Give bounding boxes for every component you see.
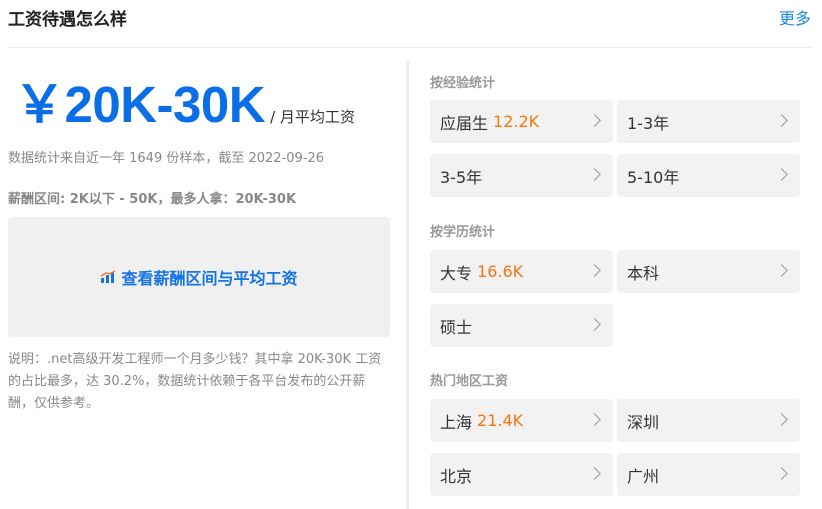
chevron-right-icon (775, 466, 788, 480)
salary-summary: ￥20K-30K / 月平均工资 (14, 76, 355, 134)
experience-section-label: 按经验统计 (430, 76, 496, 91)
chip-label: 本科 (627, 263, 660, 283)
education-item-bachelor[interactable]: 本科 (617, 250, 800, 293)
chip-value: 16.6K (477, 262, 524, 281)
view-salary-range-label: 查看薪酬区间与平均工资 (121, 269, 298, 288)
education-section-label: 按学历统计 (430, 225, 496, 240)
chip-label: 应届生 (440, 113, 489, 133)
chip-label: 5-10年 (627, 167, 680, 187)
education-item-master[interactable]: 硕士 (430, 304, 613, 347)
chip-label: 硕士 (440, 317, 473, 337)
stat-note: 数据统计来自近一年 1649 份样本，截至 2022-09-26 (8, 151, 325, 166)
chevron-right-icon (588, 412, 601, 426)
chip-label: 3-5年 (440, 167, 483, 187)
chip-label: 广州 (627, 466, 660, 486)
chip-value: 21.4K (477, 411, 524, 430)
salary-suffix: / 月平均工资 (270, 108, 355, 126)
description: 说明：.net高级开发工程师一个月多少钱？其中拿 20K-30K 工资的占比最多… (8, 352, 382, 411)
more-link[interactable]: 更多 (779, 5, 811, 29)
chip-label: 大专 (440, 263, 473, 283)
section-title: 工资待遇怎么样 (8, 10, 127, 30)
experience-item-3-5-years[interactable]: 3-5年 (430, 154, 613, 197)
education-item-associate[interactable]: 大专 16.6K (430, 250, 613, 293)
chevron-right-icon (588, 167, 601, 181)
chevron-right-icon (775, 263, 788, 277)
chip-value: 12.2K (493, 112, 540, 131)
average-salary: ￥20K-30K (14, 76, 266, 133)
chevron-right-icon (775, 412, 788, 426)
chevron-right-icon (775, 167, 788, 181)
chip-label: 深圳 (627, 412, 660, 432)
region-item-guangzhou[interactable]: 广州 (617, 453, 800, 496)
chevron-right-icon (588, 113, 601, 127)
chip-label: 北京 (440, 466, 473, 486)
experience-item-1-3-years[interactable]: 1-3年 (617, 100, 800, 143)
salary-range-line: 薪酬区间: 2K以下 - 50K，最多人拿：20K-30K (8, 192, 297, 207)
chip-label: 上海 (440, 412, 473, 432)
region-item-shanghai[interactable]: 上海 21.4K (430, 399, 613, 442)
chevron-right-icon (588, 263, 601, 277)
chip-label: 1-3年 (627, 113, 670, 133)
experience-item-5-10-years[interactable]: 5-10年 (617, 154, 800, 197)
regions-section-label: 热门地区工资 (430, 374, 509, 389)
region-item-shenzhen[interactable]: 深圳 (617, 399, 800, 442)
view-salary-range-button[interactable]: 查看薪酬区间与平均工资 (8, 217, 390, 337)
region-item-beijing[interactable]: 北京 (430, 453, 613, 496)
chevron-right-icon (775, 113, 788, 127)
experience-item-fresh-grad[interactable]: 应届生 12.2K (430, 100, 613, 143)
chevron-right-icon (588, 466, 601, 480)
column-divider (406, 60, 409, 509)
chevron-right-icon (588, 317, 601, 331)
header-divider (8, 47, 812, 48)
bar-chart-icon (101, 270, 116, 283)
